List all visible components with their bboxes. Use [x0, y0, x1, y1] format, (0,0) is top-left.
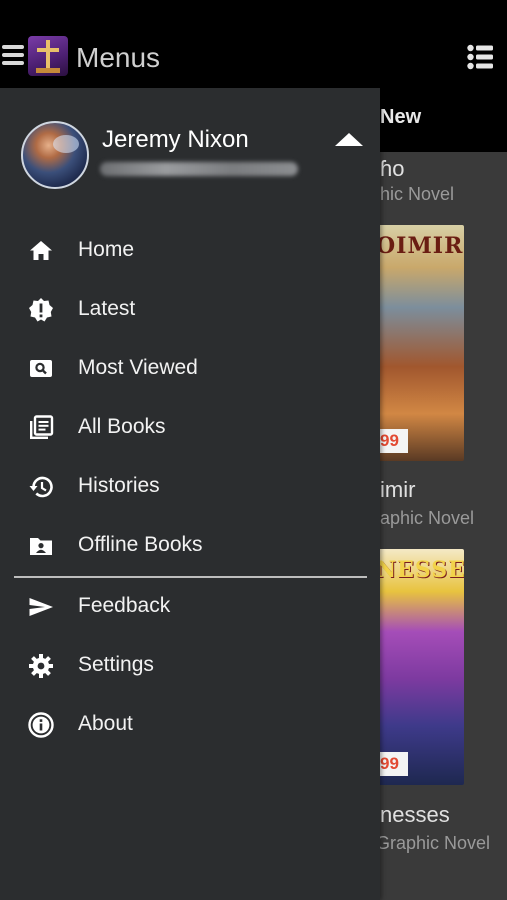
menu-item-histories[interactable]: Histories: [0, 459, 380, 515]
app-bar: Menus: [0, 0, 507, 88]
history-icon: [29, 476, 53, 498]
offline-folder-icon: [30, 538, 52, 555]
book-subtitle: Graphic Novel: [376, 833, 491, 853]
search-box-icon: [30, 360, 52, 377]
redacted-email: [100, 162, 298, 176]
cover-logo-text: OIMIR: [378, 233, 464, 259]
navigation-drawer: Jeremy Nixon Home Latest Most Viewed All…: [0, 88, 380, 900]
menu-item-offline-books[interactable]: Offline Books: [0, 518, 380, 574]
hamburger-menu-icon[interactable]: [2, 45, 24, 69]
menu-label: Histories: [78, 474, 160, 497]
price-tag: 99: [378, 429, 408, 453]
cover-logo-text: NESSES: [378, 557, 464, 583]
book-title[interactable]: nesses: [380, 802, 450, 828]
menu-label: Offline Books: [78, 533, 203, 556]
gear-icon: [29, 654, 53, 678]
menu-label: All Books: [78, 415, 166, 438]
price-tag: 99: [378, 752, 408, 776]
menu-item-about[interactable]: About: [0, 697, 380, 753]
menu-item-latest[interactable]: Latest: [0, 282, 380, 338]
menu-label: Home: [78, 238, 135, 261]
menu-item-home[interactable]: Home: [0, 223, 380, 279]
alert-badge-icon: [29, 298, 53, 322]
menu-label: Latest: [78, 297, 136, 320]
menu-label: Most Viewed: [78, 356, 198, 379]
list-view-icon[interactable]: [467, 44, 493, 70]
menu-item-most-viewed[interactable]: Most Viewed: [0, 341, 380, 397]
book-cover[interactable]: OIMIR 99: [378, 225, 464, 461]
info-icon: [28, 712, 54, 738]
user-name: Jeremy Nixon: [102, 126, 249, 153]
book-subtitle: hic Novel: [380, 184, 455, 204]
app-logo: [28, 36, 68, 76]
menu-label: Feedback: [78, 594, 171, 617]
tab-new[interactable]: New: [380, 106, 421, 129]
menu-item-feedback[interactable]: Feedback: [0, 579, 380, 635]
account-toggle-caret-up-icon[interactable]: [335, 133, 363, 146]
avatar[interactable]: [21, 121, 89, 189]
library-icon: [30, 415, 54, 439]
menu-item-settings[interactable]: Settings: [0, 638, 380, 694]
menu-item-all-books[interactable]: All Books: [0, 400, 380, 456]
book-title[interactable]: imir: [380, 477, 415, 503]
book-title[interactable]: ɦo: [380, 156, 404, 182]
book-cover[interactable]: NESSES 99: [378, 549, 464, 785]
menu-label: About: [78, 712, 133, 735]
menu-label: Settings: [78, 653, 154, 676]
send-icon: [29, 598, 53, 616]
app-title: Menus: [76, 42, 161, 73]
book-subtitle: aphic Novel: [380, 508, 475, 528]
menu-divider: [14, 576, 367, 578]
home-icon: [30, 241, 52, 260]
